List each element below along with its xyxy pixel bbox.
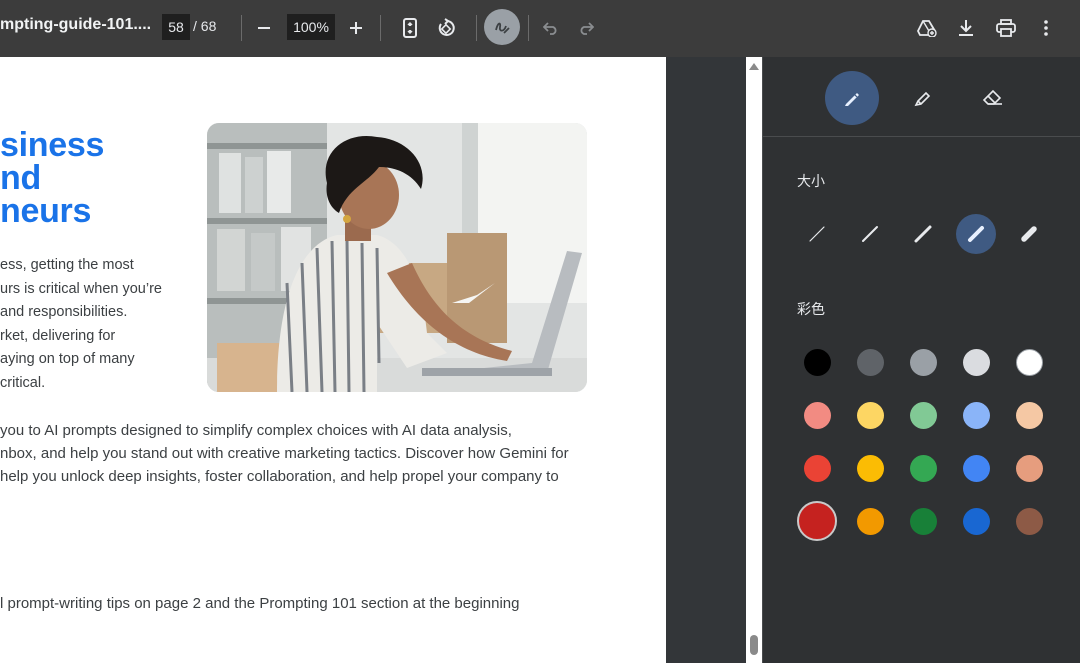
annotate-button[interactable] bbox=[484, 9, 520, 45]
fit-page-button[interactable] bbox=[394, 12, 426, 44]
woman-at-laptop-photo bbox=[207, 123, 587, 392]
color-swatch[interactable] bbox=[1015, 507, 1043, 535]
print-icon bbox=[996, 19, 1016, 37]
toolbar-divider bbox=[241, 15, 242, 41]
pen-icon bbox=[845, 92, 859, 106]
scroll-up-arrow-icon[interactable] bbox=[749, 63, 759, 70]
more-options-button[interactable] bbox=[1030, 12, 1062, 44]
toolbar-divider bbox=[380, 15, 381, 41]
color-section-label: 彩色 bbox=[797, 301, 825, 317]
color-swatch[interactable] bbox=[962, 401, 990, 429]
color-swatch[interactable] bbox=[909, 507, 937, 535]
color-swatch[interactable] bbox=[909, 454, 937, 482]
more-icon bbox=[1044, 20, 1048, 36]
size-option-5[interactable] bbox=[1009, 214, 1049, 254]
toolbar-divider bbox=[528, 15, 529, 41]
text-line: nbox, and help you stand out with creati… bbox=[0, 445, 569, 462]
print-button[interactable] bbox=[990, 12, 1022, 44]
color-swatch[interactable] bbox=[803, 348, 831, 376]
size-option-2[interactable] bbox=[850, 214, 890, 254]
current-page-input[interactable]: 58 bbox=[162, 14, 190, 40]
color-swatch[interactable] bbox=[909, 401, 937, 429]
drive-save-icon bbox=[917, 20, 937, 37]
text-line: aying on top of many bbox=[0, 351, 135, 367]
document-title: mpting-guide-101.... bbox=[0, 16, 152, 33]
scrollbar-thumb[interactable] bbox=[750, 635, 758, 655]
size-option-1[interactable] bbox=[797, 214, 837, 254]
color-swatch[interactable] bbox=[856, 348, 884, 376]
highlighter-tool-button[interactable] bbox=[896, 71, 950, 125]
color-swatch[interactable] bbox=[856, 507, 884, 535]
undo-button[interactable] bbox=[535, 12, 567, 44]
text-line: you to AI prompts designed to simplify c… bbox=[0, 422, 512, 439]
size-option-3[interactable] bbox=[903, 214, 943, 254]
viewer-background bbox=[666, 57, 746, 663]
pen-tool-button[interactable] bbox=[825, 71, 879, 125]
tool-selector bbox=[763, 57, 1080, 137]
fit-page-icon bbox=[403, 18, 417, 38]
text-line: ess, getting the most bbox=[0, 257, 134, 273]
minus-icon bbox=[258, 27, 270, 29]
color-swatch[interactable] bbox=[856, 401, 884, 429]
color-swatch[interactable] bbox=[803, 401, 831, 429]
text-line: and responsibilities. bbox=[0, 304, 128, 320]
save-to-drive-button[interactable] bbox=[911, 12, 943, 44]
intro-paragraph: ess, getting the most urs is critical wh… bbox=[0, 254, 162, 395]
toolbar-divider bbox=[476, 15, 477, 41]
undo-icon bbox=[543, 22, 557, 35]
zoom-out-button[interactable] bbox=[248, 12, 280, 44]
plus-icon bbox=[350, 22, 362, 34]
pdf-toolbar: mpting-guide-101.... 58 / 68 100% bbox=[0, 0, 1080, 57]
redo-button[interactable] bbox=[570, 12, 602, 44]
color-swatch[interactable] bbox=[803, 454, 831, 482]
color-swatch[interactable] bbox=[962, 348, 990, 376]
size-section-label: 大小 bbox=[797, 173, 825, 189]
text-line: critical. bbox=[0, 374, 46, 391]
text-line: urs is critical when you’re bbox=[0, 280, 162, 297]
redo-icon bbox=[580, 22, 594, 35]
heading-line: neurs bbox=[0, 192, 92, 230]
color-swatch[interactable] bbox=[962, 454, 990, 482]
vertical-scrollbar[interactable] bbox=[746, 57, 762, 663]
download-button[interactable] bbox=[950, 12, 982, 44]
rotate-icon bbox=[438, 18, 455, 36]
rotate-button[interactable] bbox=[430, 12, 462, 44]
color-swatch[interactable] bbox=[797, 501, 837, 541]
annotation-panel: 大小 彩色 bbox=[762, 57, 1080, 663]
pdf-page: siness nd neurs ess, getting the most ur… bbox=[0, 57, 666, 663]
color-swatch[interactable] bbox=[1015, 401, 1043, 429]
zoom-input[interactable]: 100% bbox=[287, 14, 335, 40]
section-heading: siness nd neurs bbox=[0, 126, 105, 230]
eraser-icon bbox=[982, 89, 1002, 105]
color-swatch[interactable] bbox=[909, 348, 937, 376]
heading-line: nd bbox=[0, 159, 41, 197]
heading-line: siness bbox=[0, 126, 105, 164]
download-icon bbox=[959, 20, 973, 36]
zoom-in-button[interactable] bbox=[340, 12, 372, 44]
text-line: help you unlock deep insights, foster co… bbox=[0, 468, 559, 485]
text-line: rket, delivering for bbox=[0, 327, 116, 344]
color-swatch[interactable] bbox=[1015, 348, 1043, 376]
total-pages: / 68 bbox=[193, 18, 217, 34]
color-swatch[interactable] bbox=[856, 454, 884, 482]
annotate-icon bbox=[495, 22, 510, 34]
size-option-4[interactable] bbox=[956, 214, 996, 254]
color-swatch[interactable] bbox=[1015, 454, 1043, 482]
highlighter-icon bbox=[914, 91, 931, 107]
color-swatch[interactable] bbox=[962, 507, 990, 535]
footnote-text: l prompt-writing tips on page 2 and the … bbox=[0, 595, 520, 612]
body-paragraph: you to AI prompts designed to simplify c… bbox=[0, 419, 569, 488]
eraser-tool-button[interactable] bbox=[966, 71, 1020, 125]
